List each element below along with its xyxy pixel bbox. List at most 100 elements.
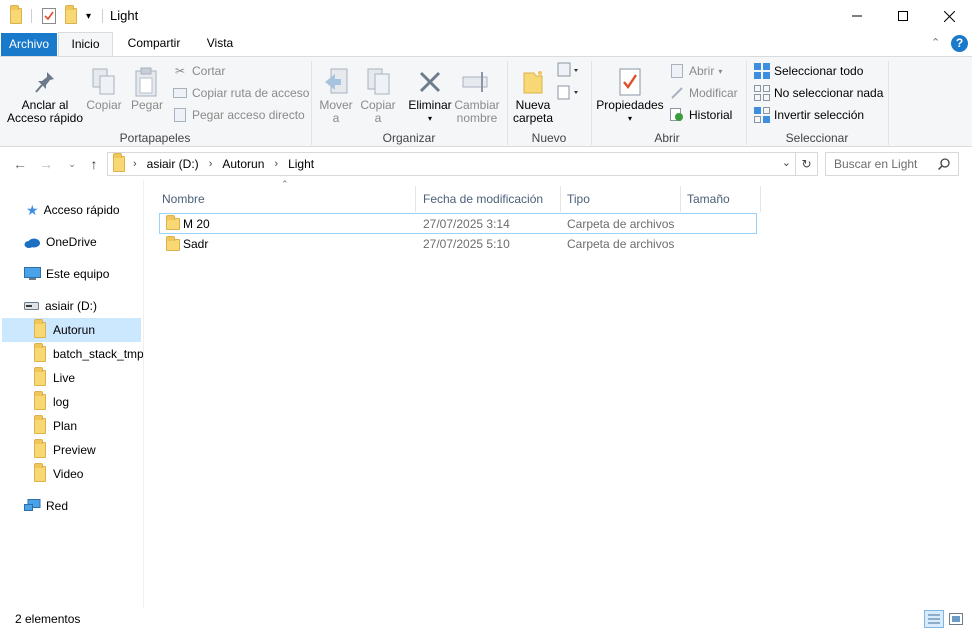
minimize-icon xyxy=(852,15,862,17)
sidebar-item-autorun[interactable]: Autorun xyxy=(2,318,141,342)
move-to-button[interactable]: Mover a xyxy=(316,65,356,125)
details-view-button[interactable] xyxy=(924,610,944,628)
folder-icon xyxy=(166,236,180,254)
address-bar[interactable]: › asiair (D:) › Autorun › Light ⌄ xyxy=(107,152,796,176)
forward-arrow-icon[interactable]: → xyxy=(36,154,56,174)
column-header-fecha[interactable]: Fecha de modificación xyxy=(417,186,561,212)
minimize-button[interactable] xyxy=(834,0,880,32)
group-separator xyxy=(888,61,889,145)
open-icon xyxy=(669,63,685,79)
folder-icon xyxy=(34,343,46,362)
navigation-bar: ← → ⌄ ↑ › asiair (D:) › Autorun › Light … xyxy=(0,148,972,180)
new-folder-icon xyxy=(512,65,554,99)
paste-shortcut-icon xyxy=(172,107,188,123)
search-icon xyxy=(938,158,950,170)
group-label-nuevo: Nuevo xyxy=(531,131,567,145)
paste-button[interactable]: Pegar xyxy=(128,65,166,112)
breadcrumb-light[interactable]: Light xyxy=(288,157,314,171)
collapse-ribbon-icon[interactable]: ⌃ xyxy=(931,36,940,49)
history-icon xyxy=(669,107,685,123)
properties-button[interactable]: Propiedades ▾ xyxy=(595,65,665,125)
star-icon: ★ xyxy=(26,201,39,218)
sidebar-item-acceso-rapido[interactable]: ★ Acceso rápido xyxy=(0,198,143,222)
file-name: M 20 xyxy=(183,217,210,231)
column-header-tipo[interactable]: Tipo xyxy=(561,186,681,212)
refresh-button[interactable]: ↻ xyxy=(796,152,818,176)
sidebar-item-log[interactable]: log xyxy=(0,390,143,414)
folder-icon xyxy=(34,415,46,434)
folder-icon xyxy=(34,391,46,410)
close-icon xyxy=(943,10,955,22)
copy-to-button[interactable]: Copiar a xyxy=(358,65,398,125)
tab-archivo[interactable]: Archivo xyxy=(1,33,57,56)
file-date: 27/07/2025 5:10 xyxy=(423,237,510,251)
sidebar-item-red[interactable]: Red xyxy=(0,494,143,518)
tab-vista[interactable]: Vista xyxy=(196,32,244,56)
edit-button[interactable]: Modificar xyxy=(669,85,738,101)
properties-quick-icon[interactable] xyxy=(42,0,56,32)
select-none-button[interactable]: No seleccionar nada xyxy=(754,85,883,101)
select-none-icon xyxy=(754,85,770,101)
search-placeholder: Buscar en Light xyxy=(834,157,918,171)
column-header-tamano[interactable]: Tamaño xyxy=(681,186,761,212)
sidebar-item-batch-stack-tmp[interactable]: batch_stack_tmp xyxy=(0,342,143,366)
sidebar-item-preview[interactable]: Preview xyxy=(0,438,143,462)
new-folder-button[interactable]: Nueva carpeta xyxy=(512,65,554,125)
large-icons-view-button[interactable] xyxy=(946,610,966,628)
copy-button[interactable]: Copiar xyxy=(86,65,122,112)
window-title: Light xyxy=(110,8,139,23)
close-button[interactable] xyxy=(926,0,972,32)
tab-inicio[interactable]: Inicio xyxy=(58,32,113,57)
table-row[interactable]: Sadr 27/07/2025 5:10 Carpeta de archivos xyxy=(159,234,757,255)
group-label-portapapeles: Portapapeles xyxy=(119,131,191,145)
sidebar-item-video[interactable]: Video xyxy=(0,462,143,486)
properties-icon xyxy=(595,65,665,99)
title-bar: ▾ Light xyxy=(0,0,972,32)
large-icons-view-icon xyxy=(949,613,963,625)
customize-quick-access-icon[interactable]: ▾ xyxy=(86,0,91,32)
sidebar-item-live[interactable]: Live xyxy=(0,366,143,390)
folder-icon xyxy=(34,439,46,458)
details-view-icon xyxy=(928,614,940,624)
copy-path-button[interactable]: Copiar ruta de acceso xyxy=(172,85,309,101)
sidebar-item-plan[interactable]: Plan xyxy=(0,414,143,438)
chevron-right-icon: › xyxy=(274,158,279,170)
separator xyxy=(102,9,103,23)
open-button[interactable]: Abrir ▾ xyxy=(669,63,722,79)
pin-quick-access-button[interactable]: Anclar al Acceso rápido xyxy=(6,65,84,125)
sidebar-item-onedrive[interactable]: OneDrive xyxy=(0,230,143,254)
file-type: Carpeta de archivos xyxy=(567,217,675,231)
network-icon xyxy=(24,499,41,511)
rename-button[interactable]: Cambiar nombre xyxy=(454,65,500,125)
search-input[interactable]: Buscar en Light xyxy=(825,152,959,176)
sidebar-item-este-equipo[interactable]: Este equipo xyxy=(0,262,143,286)
cut-button[interactable]: ✂ Cortar xyxy=(172,63,225,79)
delete-button[interactable]: Eliminar ▾ xyxy=(406,65,454,125)
new-item-icon[interactable] xyxy=(557,62,581,81)
folder-icon xyxy=(113,153,125,172)
breadcrumb-drive[interactable]: asiair (D:) xyxy=(147,157,199,171)
group-label-organizar: Organizar xyxy=(382,131,436,145)
easy-access-icon[interactable] xyxy=(557,84,581,103)
maximize-button[interactable] xyxy=(880,0,926,32)
tab-compartir[interactable]: Compartir xyxy=(118,32,190,56)
back-arrow-icon[interactable]: ← xyxy=(10,154,30,174)
table-row[interactable]: M 20 27/07/2025 3:14 Carpeta de archivos xyxy=(159,213,757,234)
breadcrumb-autorun[interactable]: Autorun xyxy=(222,157,264,171)
up-arrow-icon[interactable]: ↑ xyxy=(84,154,104,174)
item-count: 2 elementos xyxy=(15,612,81,626)
history-button[interactable]: Historial xyxy=(669,107,732,123)
computer-icon xyxy=(24,267,41,280)
paste-shortcut-button[interactable]: Pegar acceso directo xyxy=(172,107,305,123)
sidebar-item-drive[interactable]: asiair (D:) xyxy=(0,294,143,318)
chevron-down-icon[interactable]: ⌄ xyxy=(782,156,791,169)
folder-icon xyxy=(34,367,46,386)
cloud-icon xyxy=(24,238,40,248)
select-all-button[interactable]: Seleccionar todo xyxy=(754,63,863,79)
help-icon[interactable]: ? xyxy=(951,35,968,52)
invert-selection-button[interactable]: Invertir selección xyxy=(754,107,864,123)
edit-icon xyxy=(669,85,685,101)
recent-locations-icon[interactable]: ⌄ xyxy=(62,154,82,174)
column-header-nombre[interactable]: Nombre xyxy=(156,186,416,212)
new-folder-quick-icon[interactable] xyxy=(65,0,77,32)
